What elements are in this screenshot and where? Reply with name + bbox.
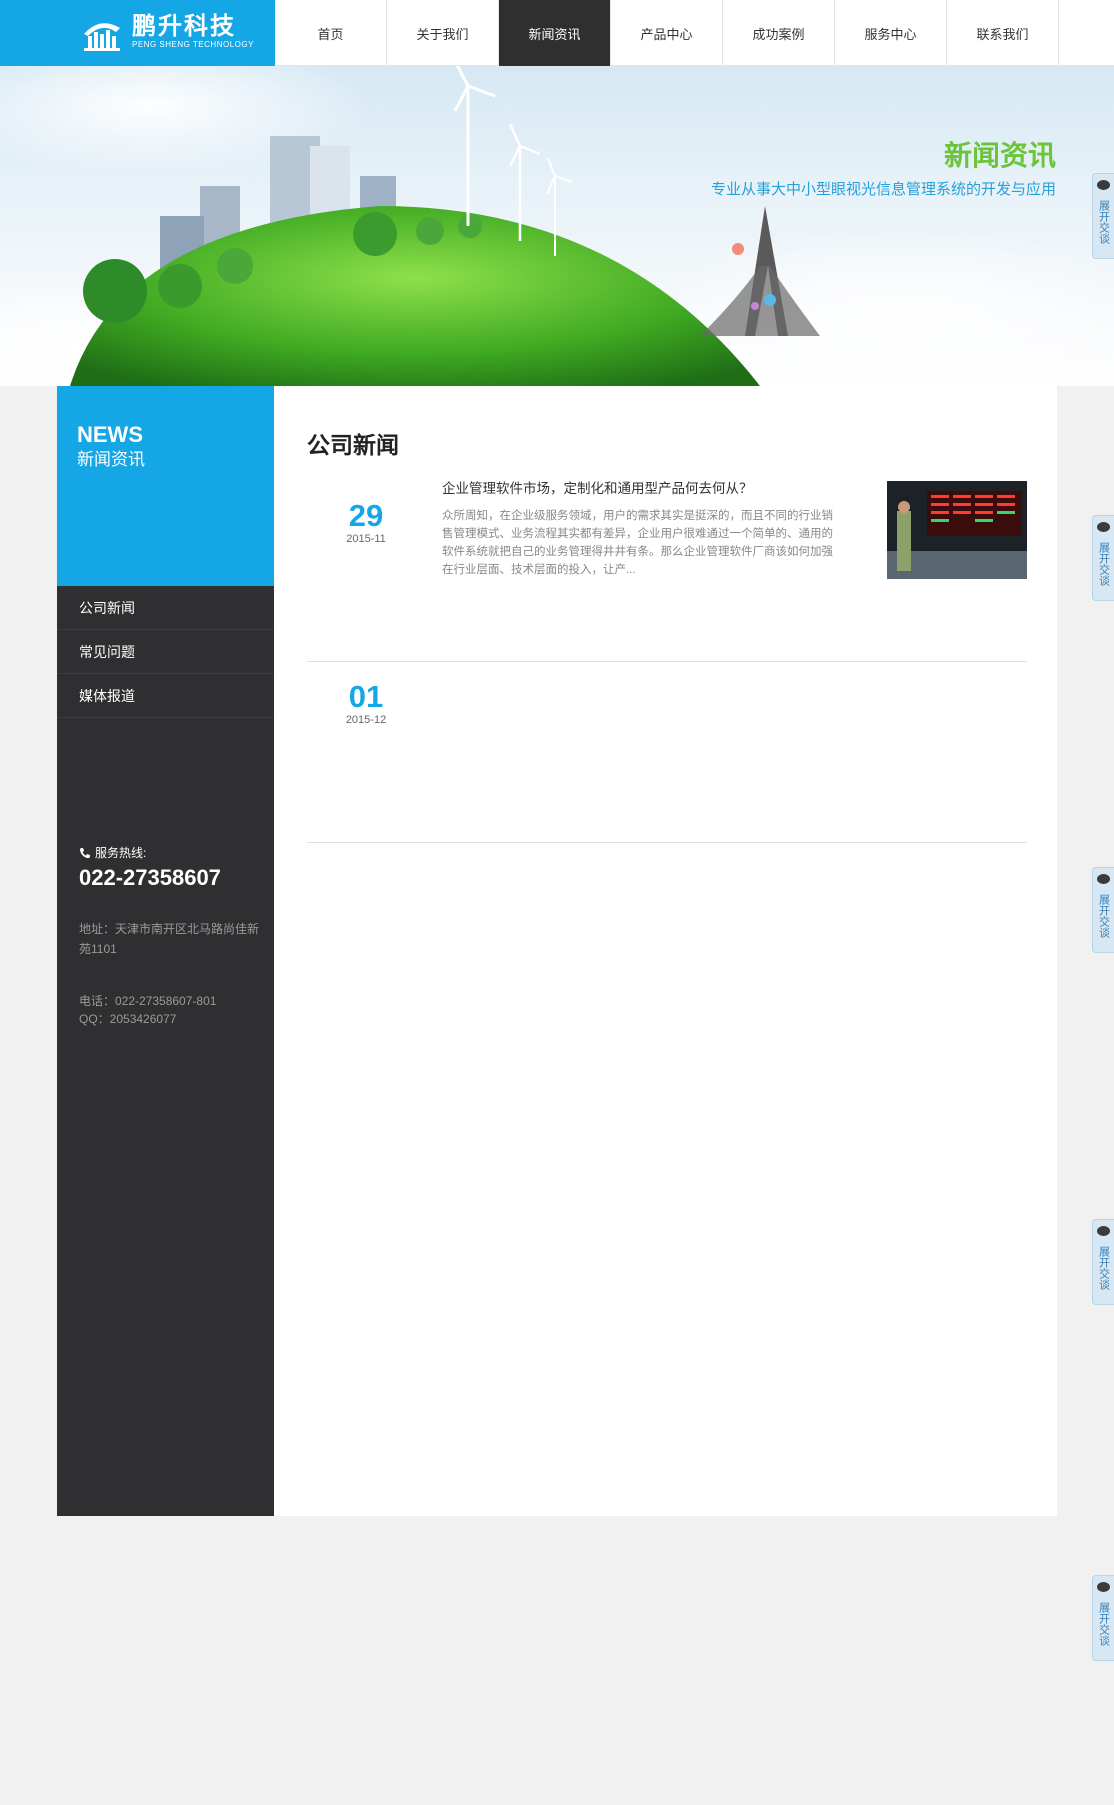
- side-chat-tab[interactable]: 展开交谈: [1092, 1219, 1114, 1305]
- banner-subtitle: 专业从事大中小型眼视光信息管理系统的开发与应用: [710, 181, 1056, 198]
- nav-service[interactable]: 服务中心: [835, 0, 947, 66]
- side-chat-tab[interactable]: 展开交谈: [1092, 173, 1114, 259]
- news-day: 29: [348, 498, 384, 533]
- news-month: 2015-12: [345, 714, 387, 726]
- nav-about[interactable]: 关于我们: [387, 0, 499, 66]
- header: 鹏升科技 PENG SHENG TECHNOLOGY 首页 关于我们 新闻资讯 …: [0, 0, 1114, 66]
- sidebar-title-en: NEWS: [77, 422, 143, 447]
- side-chat-tab[interactable]: 展开交谈: [1092, 867, 1114, 953]
- sidebar-header: NEWS 新闻资讯: [57, 386, 274, 586]
- list-item[interactable]: 29 2015-11 企业管理软件市场，定制化和通用型产品何去何从？ 众所周知，…: [307, 481, 1027, 662]
- logo[interactable]: 鹏升科技 PENG SHENG TECHNOLOGY: [0, 0, 275, 66]
- phone-text: 电话：022-27358607-801: [79, 994, 217, 1008]
- nav-home[interactable]: 首页: [275, 0, 387, 66]
- sidebar: NEWS 新闻资讯 公司新闻 常见问题 媒体报道 服务热线: 022-27358…: [57, 386, 274, 1516]
- sidebar-menu: 公司新闻 常见问题 媒体报道: [57, 586, 274, 718]
- qq-text: QQ：2053426077: [79, 1012, 177, 1026]
- address: 地址：天津市南开区北马路尚佳新苑1101: [79, 922, 260, 956]
- list-item[interactable]: 01 2015-12: [307, 662, 1027, 843]
- sidebar-item-media[interactable]: 媒体报道: [57, 674, 274, 718]
- news-month: 2015-11: [346, 533, 386, 545]
- nav-products[interactable]: 产品中心: [611, 0, 723, 66]
- banner-title: 新闻资讯: [943, 140, 1056, 171]
- logo-name: 鹏升科技: [132, 13, 236, 40]
- contact-info: 电话：022-27358607-801 QQ：2053426077: [79, 992, 216, 1028]
- news-date: 29 2015-11: [321, 498, 411, 546]
- chat-avatar-icon: [1097, 522, 1110, 532]
- page-title: 公司新闻: [307, 432, 399, 458]
- news-day: 01: [348, 679, 384, 714]
- chat-avatar-icon: [1097, 1582, 1110, 1592]
- side-chat-tab[interactable]: 展开交谈: [1092, 515, 1114, 601]
- news-list: 29 2015-11 企业管理软件市场，定制化和通用型产品何去何从？ 众所周知，…: [307, 481, 1027, 843]
- phone-icon: [80, 847, 90, 858]
- news-summary: 众所周知，在企业级服务领域，用户的需求其实是挺深的，而且不同的行业销售管理模式、…: [442, 510, 833, 576]
- chat-avatar-icon: [1097, 1226, 1110, 1236]
- sidebar-item-faq[interactable]: 常见问题: [57, 630, 274, 674]
- logo-mark-icon: [84, 23, 120, 51]
- banner-illustration: [0, 66, 1114, 386]
- nav-cases[interactable]: 成功案例: [723, 0, 835, 66]
- news-title[interactable]: 企业管理软件市场，定制化和通用型产品何去何从？: [442, 481, 842, 497]
- hotline-label: 服务热线:: [95, 846, 147, 860]
- news-thumbnail[interactable]: [887, 481, 1027, 579]
- main-nav: 首页 关于我们 新闻资讯 产品中心 成功案例 服务中心 联系我们: [275, 0, 1059, 66]
- content-wrap: NEWS 新闻资讯 公司新闻 常见问题 媒体报道 服务热线: 022-27358…: [57, 386, 1057, 1516]
- nav-contact[interactable]: 联系我们: [947, 0, 1059, 66]
- hotline-number: 022-27358607: [79, 865, 221, 890]
- hotline: 服务热线: 022-27358607: [79, 844, 221, 891]
- chat-avatar-icon: [1097, 180, 1110, 190]
- sidebar-title-cn: 新闻资讯: [77, 450, 145, 469]
- nav-news[interactable]: 新闻资讯: [499, 0, 611, 66]
- banner: 新闻资讯 专业从事大中小型眼视光信息管理系统的开发与应用: [0, 66, 1114, 386]
- sidebar-item-company-news[interactable]: 公司新闻: [57, 586, 274, 630]
- logo-name-en: PENG SHENG TECHNOLOGY: [132, 40, 254, 49]
- news-date: 01 2015-12: [321, 679, 411, 727]
- chat-avatar-icon: [1097, 874, 1110, 884]
- side-chat-tab[interactable]: 展开交谈: [1092, 1575, 1114, 1661]
